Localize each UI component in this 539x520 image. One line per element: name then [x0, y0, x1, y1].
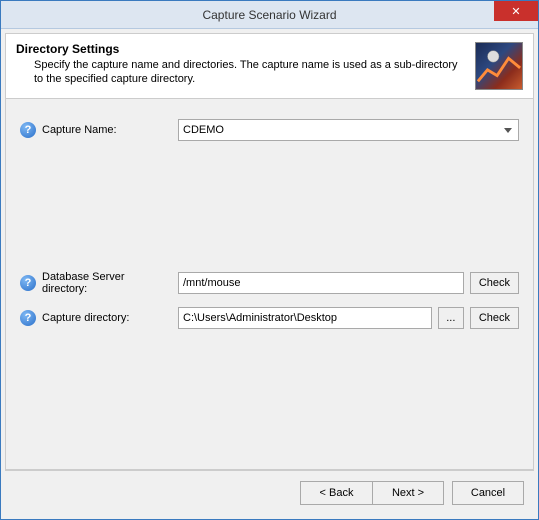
capture-name-combo[interactable]: CDEMO	[178, 119, 519, 141]
capture-dir-browse-button[interactable]: ...	[438, 307, 464, 329]
cancel-button[interactable]: Cancel	[452, 481, 524, 505]
close-button[interactable]: ✕	[494, 1, 538, 21]
back-button[interactable]: < Back	[300, 481, 372, 505]
wizard-icon	[475, 42, 523, 90]
button-bar: < Back Next > Cancel	[5, 470, 534, 515]
header-panel: Directory Settings Specify the capture n…	[5, 33, 534, 99]
help-icon[interactable]: ?	[20, 122, 36, 138]
titlebar: Capture Scenario Wizard ✕	[1, 1, 538, 29]
capture-name-label: Capture Name:	[42, 124, 172, 136]
db-server-dir-label: Database Server directory:	[42, 271, 172, 295]
capture-dir-input[interactable]	[178, 307, 432, 329]
wizard-body: Directory Settings Specify the capture n…	[1, 29, 538, 519]
capture-name-row: ? Capture Name: CDEMO	[20, 119, 519, 141]
capture-dir-label: Capture directory:	[42, 312, 172, 324]
db-server-dir-input[interactable]	[178, 272, 464, 294]
db-server-dir-check-button[interactable]: Check	[470, 272, 519, 294]
capture-name-value: CDEMO	[183, 124, 224, 136]
capture-dir-row: ? Capture directory: ... Check	[20, 307, 519, 329]
help-icon[interactable]: ?	[20, 275, 36, 291]
header-title: Directory Settings	[16, 42, 465, 56]
capture-dir-check-button[interactable]: Check	[470, 307, 519, 329]
content-panel: ? Capture Name: CDEMO ? Database Server …	[5, 99, 534, 470]
help-icon[interactable]: ?	[20, 310, 36, 326]
db-server-dir-row: ? Database Server directory: Check	[20, 271, 519, 295]
close-icon: ✕	[511, 5, 520, 18]
header-description: Specify the capture name and directories…	[16, 58, 465, 87]
next-button[interactable]: Next >	[372, 481, 444, 505]
window-title: Capture Scenario Wizard	[202, 8, 336, 22]
header-text: Directory Settings Specify the capture n…	[16, 42, 465, 87]
